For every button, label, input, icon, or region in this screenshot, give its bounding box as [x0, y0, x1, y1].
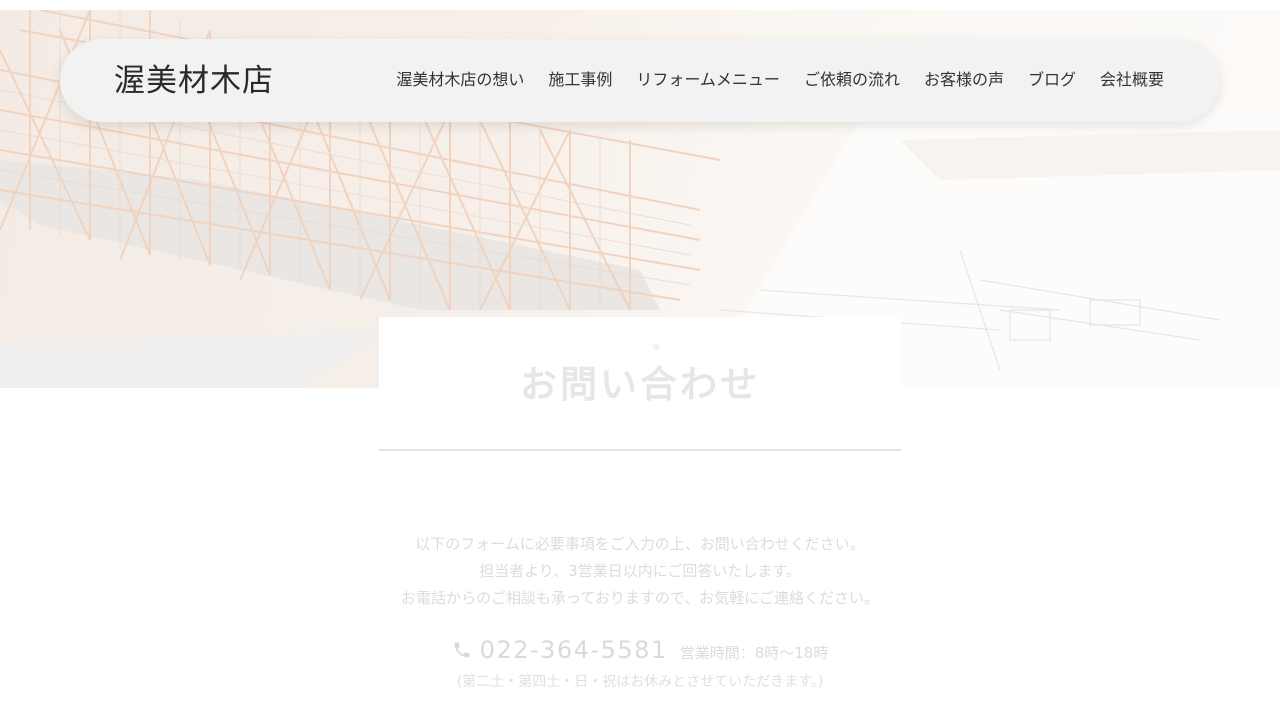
nav-item-flow[interactable]: ご依頼の流れ [804, 69, 900, 91]
title-ornament-dot [653, 343, 660, 350]
nav-item-works[interactable]: 施工事例 [548, 69, 612, 91]
intro-line-2: 担当者より、3営業日以内にご回答いたします。 [479, 562, 801, 580]
intro-text: 以下のフォームに必要事項をご入力の上、お問い合わせください。 担当者より、3営業… [340, 531, 940, 612]
site-logo[interactable]: 渥美材木店 [114, 61, 274, 101]
phone-number[interactable]: 022-364-5581 [480, 634, 668, 666]
main-nav: 渥美材木店の想い 施工事例 リフォームメニュー ご依頼の流れ お客様の声 ブログ… [396, 69, 1164, 91]
intro-line-3: お電話からのご相談も承っておりますので、お気軽にご連絡ください。 [401, 589, 879, 607]
nav-item-company[interactable]: 会社概要 [1100, 69, 1164, 91]
closed-days-note: (第二土・第四土・日・祝はお休みとさせていただきます。) [456, 674, 824, 690]
nav-item-blog[interactable]: ブログ [1028, 69, 1076, 91]
phone-icon [454, 642, 470, 658]
page-title: お問い合わせ [520, 363, 760, 406]
site-header: 渥美材木店 渥美材木店の想い 施工事例 リフォームメニュー ご依頼の流れ お客様… [60, 39, 1220, 122]
nav-item-testimonials[interactable]: お客様の声 [924, 69, 1004, 91]
business-hours: 営業時間：8時〜18時 [679, 644, 829, 662]
nav-item-reform-menu[interactable]: リフォームメニュー [636, 69, 780, 91]
intro-line-1: 以下のフォームに必要事項をご入力の上、お問い合わせください。 [415, 535, 865, 553]
nav-item-philosophy[interactable]: 渥美材木店の想い [396, 69, 524, 91]
phone-contact: 022-364-5581 営業時間：8時〜18時 [340, 634, 940, 666]
